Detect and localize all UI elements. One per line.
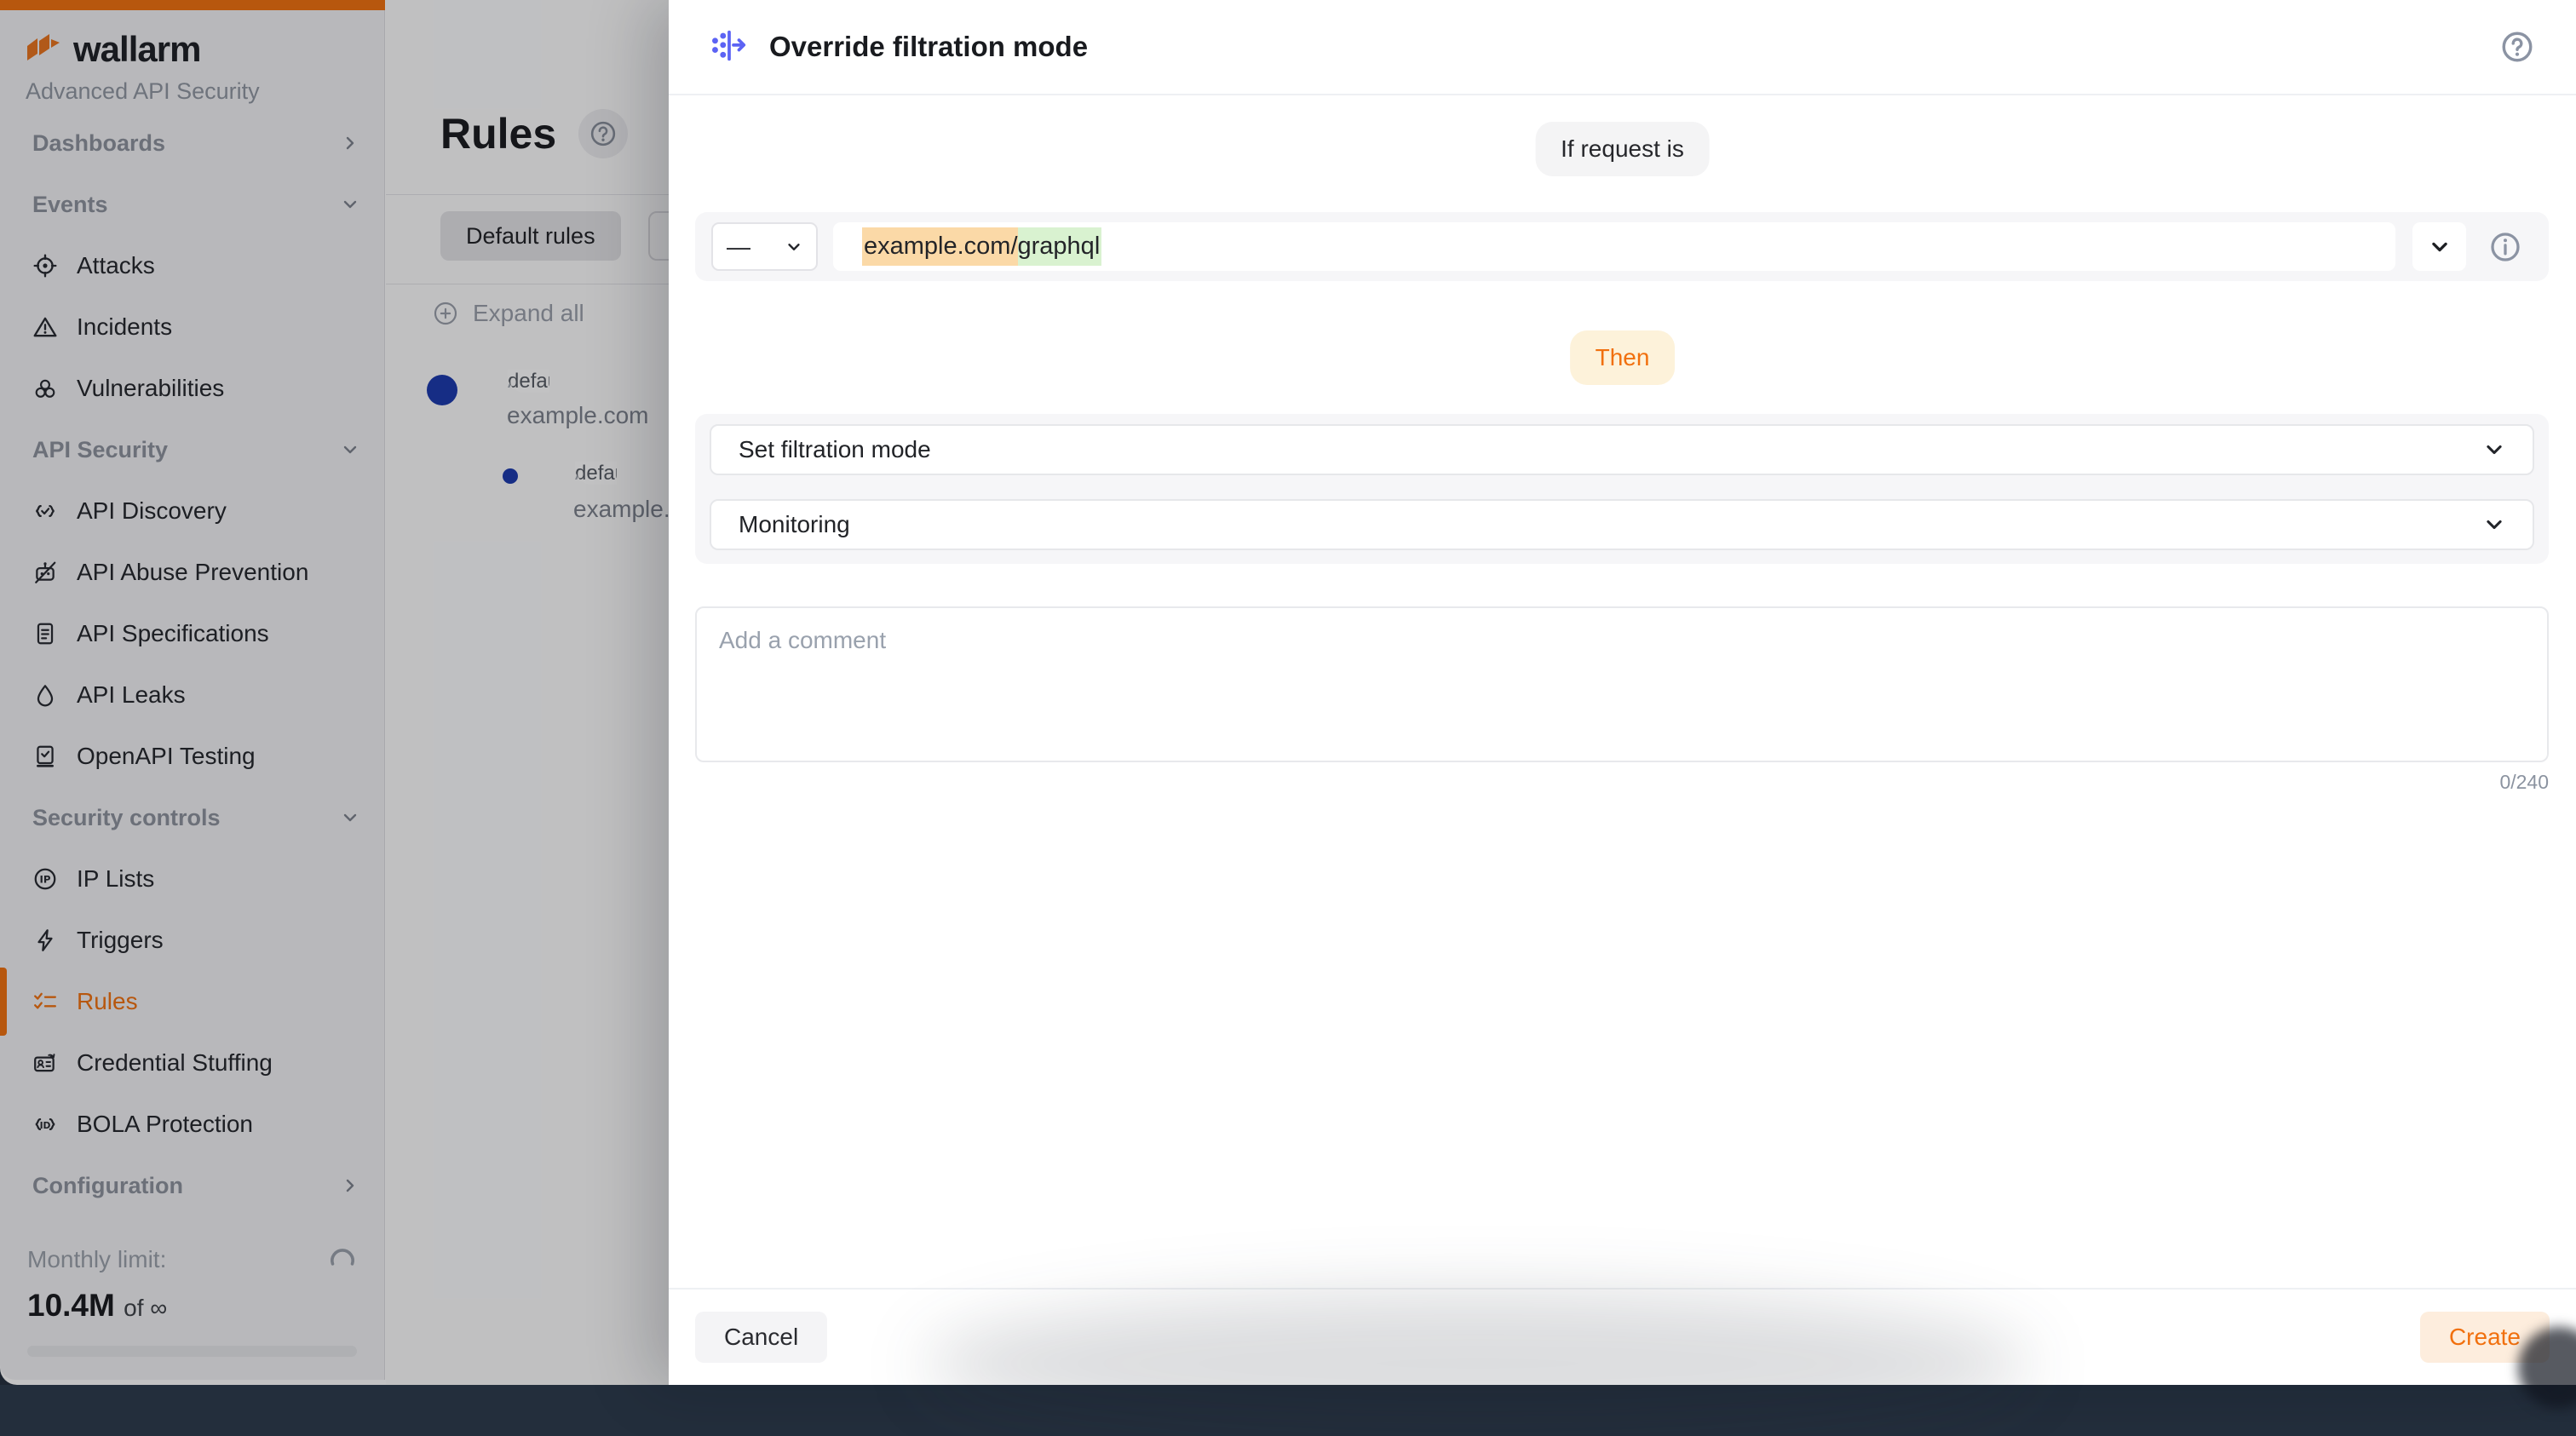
sidebar: wallarm Advanced API Security Dashboards… xyxy=(0,0,385,1380)
chevron-down-icon xyxy=(341,195,359,214)
rule-flow-icon xyxy=(710,28,749,66)
help-icon[interactable] xyxy=(2499,29,2535,65)
id-card-icon xyxy=(32,1050,58,1076)
brand-subtitle: Advanced API Security xyxy=(26,78,260,105)
wallarm-logo-icon xyxy=(26,34,61,65)
ip-circle-icon: IP xyxy=(32,866,58,892)
chevron-down-icon xyxy=(341,808,359,827)
checklist-icon xyxy=(32,989,58,1014)
condition-uri-input[interactable]: example.com/graphql xyxy=(833,222,2395,271)
svg-text:IP: IP xyxy=(39,874,50,886)
uri-path-token: graphql xyxy=(1018,227,1102,266)
rule-status-dot xyxy=(503,468,518,484)
screen: wallarm Advanced API Security Dashboards… xyxy=(0,0,2576,1385)
condition-row: — example.com/graphql xyxy=(695,212,2549,281)
condition-operator-select[interactable]: — xyxy=(711,222,818,271)
lightning-icon xyxy=(32,928,58,953)
sidebar-item-attacks[interactable]: Attacks xyxy=(0,235,385,296)
action-group: Set filtration mode Monitoring xyxy=(695,414,2549,564)
expand-all-button[interactable]: Expand all xyxy=(432,300,584,327)
info-icon[interactable] xyxy=(2488,230,2522,264)
plus-circle-icon xyxy=(432,300,459,327)
cancel-button[interactable]: Cancel xyxy=(695,1312,827,1363)
chevron-down-icon xyxy=(785,238,802,256)
modal-footer: Cancel Create xyxy=(669,1288,2576,1385)
braces-check-icon xyxy=(32,498,58,524)
then-pill: Then xyxy=(1570,330,1676,385)
modal-title: Override filtration mode xyxy=(769,31,1088,63)
chevron-down-icon xyxy=(2429,236,2451,258)
monthly-limit: Monthly limit: 10.4M of ∞ xyxy=(27,1245,357,1357)
condition-expand-button[interactable] xyxy=(2412,222,2466,271)
doc-check-icon xyxy=(32,744,58,769)
chevron-down-icon xyxy=(2483,514,2505,536)
brand-name: wallarm xyxy=(73,29,200,70)
droplet-icon xyxy=(32,682,58,708)
comment-counter: 0/240 xyxy=(2499,771,2549,794)
sidebar-item-rules[interactable]: Rules xyxy=(0,971,385,1032)
comment-textarea[interactable] xyxy=(695,606,2549,762)
sidebar-section-configuration[interactable]: Configuration xyxy=(0,1155,385,1216)
target-icon xyxy=(32,253,58,279)
create-button[interactable]: Create xyxy=(2420,1312,2550,1363)
page-help-icon[interactable] xyxy=(578,109,628,158)
chevron-right-icon xyxy=(341,134,359,152)
top-accent-bar xyxy=(0,0,385,10)
sidebar-item-api-abuse-prevention[interactable]: API Abuse Prevention xyxy=(0,542,385,603)
sidebar-section-security-controls[interactable]: Security controls xyxy=(0,787,385,848)
brand: wallarm Advanced API Security xyxy=(26,29,260,105)
chevron-right-icon xyxy=(341,1176,359,1195)
braces-id-icon: ID xyxy=(32,1111,58,1137)
sidebar-item-api-discovery[interactable]: API Discovery xyxy=(0,480,385,542)
sidebar-item-openapi-testing[interactable]: OpenAPI Testing xyxy=(0,726,385,787)
action-select[interactable]: Set filtration mode xyxy=(710,424,2534,475)
sidebar-item-credential-stuffing[interactable]: Credential Stuffing xyxy=(0,1032,385,1094)
rule-status-dot xyxy=(427,375,457,405)
svg-text:ID: ID xyxy=(40,1120,51,1131)
warning-triangle-icon xyxy=(32,314,58,340)
tab-default-rules[interactable]: Default rules xyxy=(440,211,621,261)
chevron-down-icon xyxy=(2483,439,2505,461)
sidebar-section-events[interactable]: Events xyxy=(0,174,385,235)
uri-host-token: example.com/ xyxy=(862,227,1018,266)
sidebar-nav: Dashboards Events Attacks Incidents xyxy=(0,112,385,1216)
monthly-limit-progressbar xyxy=(27,1346,357,1357)
if-request-is-pill: If request is xyxy=(1535,122,1710,176)
document-icon xyxy=(32,621,58,646)
filtration-mode-select[interactable]: Monitoring xyxy=(710,499,2534,550)
sidebar-item-triggers[interactable]: Triggers xyxy=(0,910,385,971)
modal-header: Override filtration mode xyxy=(669,0,2576,95)
page-title: Rules xyxy=(440,109,556,158)
sidebar-item-bola-protection[interactable]: ID BOLA Protection xyxy=(0,1094,385,1155)
sidebar-item-api-specifications[interactable]: API Specifications xyxy=(0,603,385,664)
spinner-icon xyxy=(328,1245,357,1274)
shadow-artifact xyxy=(924,1291,2032,1436)
biohazard-icon xyxy=(32,376,58,401)
monthly-limit-value: 10.4M of ∞ xyxy=(27,1288,357,1324)
sidebar-item-incidents[interactable]: Incidents xyxy=(0,296,385,358)
sidebar-item-api-leaks[interactable]: API Leaks xyxy=(0,664,385,726)
override-filtration-modal: Override filtration mode If request is —… xyxy=(669,0,2576,1385)
sidebar-section-api-security[interactable]: API Security xyxy=(0,419,385,480)
sidebar-item-ip-lists[interactable]: IP IP Lists xyxy=(0,848,385,910)
chevron-down-icon xyxy=(341,440,359,459)
bot-off-icon xyxy=(32,560,58,585)
sidebar-item-vulnerabilities[interactable]: Vulnerabilities xyxy=(0,358,385,419)
monthly-limit-label: Monthly limit: xyxy=(27,1246,166,1273)
sidebar-section-dashboards[interactable]: Dashboards xyxy=(0,112,385,174)
